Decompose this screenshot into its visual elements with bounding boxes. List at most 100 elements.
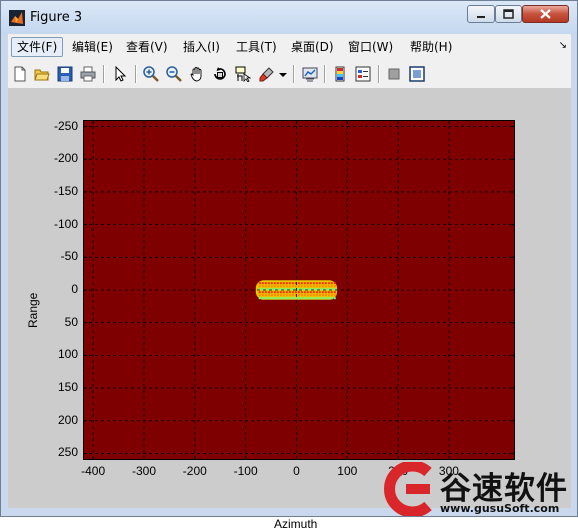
window-title: Figure 3: [30, 10, 83, 25]
zoom-in-icon: [143, 66, 159, 82]
target-pixel: [327, 282, 330, 285]
target-pixel: [276, 282, 279, 285]
heatmap-image: [83, 120, 515, 460]
target-pixel: [276, 291, 279, 294]
print-figure-icon: [80, 66, 96, 82]
insert-legend-icon: [355, 66, 371, 82]
target-pixel: [303, 285, 306, 288]
data-cursor-button[interactable]: [233, 64, 253, 84]
figure-toolbar: [8, 61, 571, 87]
rotate-3d-button[interactable]: [210, 64, 230, 84]
target-pixel: [327, 291, 330, 294]
minimize-button[interactable]: [467, 5, 495, 23]
target-pixel: [267, 285, 270, 288]
target-pixel: [300, 291, 303, 294]
target-pixel: [330, 294, 333, 297]
menu-insert[interactable]: 插入(I): [178, 37, 225, 57]
target-pixel: [267, 282, 270, 285]
target-pixel: [312, 291, 315, 294]
target-pixel: [288, 297, 291, 300]
target-pixel: [321, 297, 324, 300]
save-figure-icon: [57, 66, 73, 82]
target-pixel: [321, 291, 324, 294]
target-pixel: [261, 297, 264, 300]
figure-canvas[interactable]: -250 -200 -150 -100 -50 0 50 100 150 200 250 -400-…: [8, 88, 571, 531]
print-button[interactable]: [78, 64, 98, 84]
menu-view[interactable]: 查看(V): [121, 37, 173, 57]
save-button[interactable]: [55, 64, 75, 84]
maximize-button[interactable]: [495, 5, 522, 23]
target-pixel: [315, 291, 318, 294]
y-tick-label: -50: [60, 249, 78, 264]
plot-axes[interactable]: [83, 120, 515, 460]
target-pixel: [294, 291, 297, 294]
target-pixel: [258, 297, 261, 300]
link-plot-icon: [302, 67, 318, 82]
target-pixel: [258, 294, 261, 297]
target-pixel: [291, 282, 294, 285]
target-pixel: [333, 294, 336, 297]
target-pixel: [297, 282, 300, 285]
target-pixel: [279, 285, 282, 288]
new-figure-icon: [14, 66, 26, 82]
target-pixel: [288, 282, 291, 285]
target-pixel: [294, 297, 297, 300]
target-pixel: [312, 297, 315, 300]
rotate-3d-icon: [214, 67, 226, 80]
target-pixel: [258, 291, 261, 294]
pan-button[interactable]: [187, 64, 207, 84]
target-pixel: [273, 282, 276, 285]
open-file-button[interactable]: [32, 64, 52, 84]
target-pixel: [312, 285, 315, 288]
target-pixel: [273, 285, 276, 288]
target-pixel: [270, 294, 273, 297]
menu-help[interactable]: 帮助(H): [405, 37, 457, 57]
target-pixel: [285, 285, 288, 288]
target-pixel: [258, 285, 261, 288]
target-pixel: [333, 291, 336, 294]
menu-file[interactable]: 文件(F): [11, 37, 64, 57]
target-pixel: [312, 282, 315, 285]
target-pixel: [264, 282, 267, 285]
target-pixel: [282, 294, 285, 297]
new-figure-button[interactable]: [10, 64, 30, 84]
menu-tools[interactable]: 工具(T): [231, 37, 282, 57]
brush-dropdown[interactable]: [276, 64, 288, 84]
target-pixel: [300, 294, 303, 297]
title-bar[interactable]: Figure 3: [1, 1, 577, 35]
hide-plot-tools-button[interactable]: [384, 64, 404, 84]
close-button[interactable]: [522, 5, 569, 23]
zoom-in-button[interactable]: [141, 64, 161, 84]
matlab-icon: [9, 10, 25, 26]
target-pixel: [279, 291, 282, 294]
insert-legend-button[interactable]: [353, 64, 373, 84]
target-pixel: [330, 297, 333, 300]
target-pixel: [303, 282, 306, 285]
insert-colorbar-button[interactable]: [330, 64, 350, 84]
target-pixel: [270, 291, 273, 294]
target-pixel: [318, 291, 321, 294]
toolbar-separator: [103, 65, 105, 83]
menubar-corner-arrow-icon[interactable]: ↘: [559, 40, 567, 51]
target-pixel: [285, 297, 288, 300]
menu-desktop[interactable]: 桌面(D): [286, 37, 339, 57]
link-plot-button[interactable]: [300, 64, 320, 84]
target-pixel: [261, 291, 264, 294]
edit-plot-button[interactable]: [110, 64, 130, 84]
target-pixel: [324, 282, 327, 285]
show-plot-tools-button[interactable]: [407, 64, 427, 84]
brush-button[interactable]: [257, 64, 277, 84]
target-pixel: [300, 282, 303, 285]
menu-edit[interactable]: 编辑(E): [67, 37, 118, 57]
zoom-out-button[interactable]: [164, 64, 184, 84]
target-pixel: [297, 285, 300, 288]
target-pixel: [300, 297, 303, 300]
target-pixel: [261, 285, 264, 288]
target-pixel: [312, 294, 315, 297]
target-pixel: [333, 297, 336, 300]
y-tick-label: -150: [53, 183, 78, 198]
menu-window[interactable]: 窗口(W): [343, 37, 398, 57]
target-pixel: [285, 294, 288, 297]
target-pixel: [324, 297, 327, 300]
target-pixel: [282, 285, 285, 288]
